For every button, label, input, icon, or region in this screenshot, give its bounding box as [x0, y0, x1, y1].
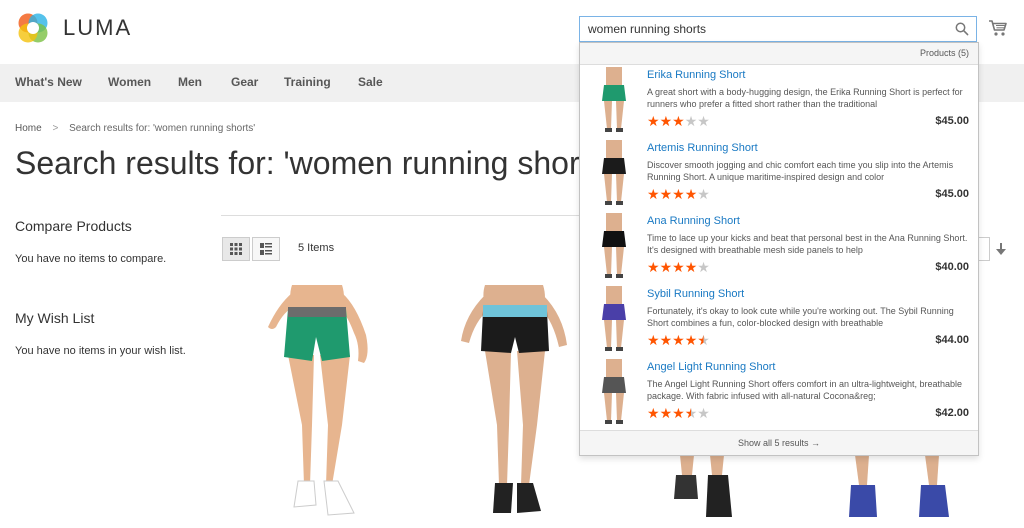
star-icon: ★	[697, 332, 710, 348]
star-icon: ★	[659, 259, 673, 275]
grid-icon	[230, 243, 242, 255]
rating-stars: ★★★★★	[647, 187, 710, 201]
star-icon: ★	[672, 259, 685, 275]
nav-item-sale[interactable]: Sale	[358, 75, 383, 89]
wishlist-empty-text: You have no items in your wish list.	[15, 345, 186, 357]
star-icon: ★	[672, 113, 685, 129]
rating-stars: ★★★★★	[647, 333, 710, 347]
nav-item-training[interactable]: Training	[284, 75, 331, 89]
autocomplete-item[interactable]: Artemis Running Short Discover smooth jog…	[580, 138, 978, 210]
search-box[interactable]	[579, 16, 977, 42]
breadcrumb: Home > Search results for: 'women runnin…	[15, 123, 255, 134]
nav-item-women[interactable]: Women	[108, 75, 151, 89]
star-icon: ★	[659, 405, 673, 421]
autocomplete-item-price: $45.00	[935, 115, 969, 127]
wishlist-title: My Wish List	[15, 310, 95, 326]
star-icon: ★	[684, 113, 698, 129]
nav-item-whats-new[interactable]: What's New	[15, 75, 82, 89]
star-icon: ★	[684, 259, 698, 275]
list-view-button[interactable]	[252, 237, 280, 261]
product-image-sybil[interactable]	[845, 455, 955, 528]
autocomplete-item-price: $45.00	[935, 188, 969, 200]
autocomplete-item-price: $40.00	[935, 261, 969, 273]
rating-stars: ★★★★★	[647, 406, 710, 420]
nav-item-gear[interactable]: Gear	[231, 75, 258, 89]
product-image-artemis[interactable]	[455, 285, 573, 528]
search-autocomplete: Products (5) Erika Running Short A great …	[579, 42, 979, 456]
search-input[interactable]	[580, 17, 956, 41]
sort-direction-icon[interactable]	[996, 243, 1006, 255]
cart-icon[interactable]	[988, 19, 1008, 37]
luma-logo-icon	[18, 13, 48, 43]
autocomplete-item[interactable]: Ana Running Short Time to lace up your ki…	[580, 211, 978, 283]
product-thumbnail[interactable]	[594, 140, 634, 206]
star-icon: ★	[647, 332, 660, 348]
page-title: Search results for: 'women running short…	[15, 145, 580, 181]
star-icon: ★	[647, 186, 660, 202]
star-icon: ★	[672, 186, 685, 202]
star-icon: ★	[697, 113, 710, 129]
star-icon: ★	[647, 113, 660, 129]
autocomplete-header: Products (5)	[580, 43, 978, 65]
autocomplete-item-description: Discover smooth jogging and chic comfort…	[647, 160, 954, 182]
list-icon	[260, 243, 272, 255]
star-icon: ★	[697, 259, 710, 275]
autocomplete-item[interactable]: Angel Light Running Short The Angel Light…	[580, 357, 978, 429]
autocomplete-item-description: A great short with a body-hugging design…	[647, 87, 963, 109]
brand-name: LUMA	[63, 15, 133, 40]
toolbar-divider	[221, 215, 579, 216]
star-icon: ★	[684, 186, 698, 202]
compare-title: Compare Products	[15, 218, 132, 234]
compare-empty-text: You have no items to compare.	[15, 253, 167, 265]
autocomplete-item[interactable]: Sybil Running Short Fortunately, it's oka…	[580, 284, 978, 356]
rating-stars: ★★★★★	[647, 114, 710, 128]
sort-select[interactable]	[978, 237, 990, 261]
product-image-erika[interactable]	[258, 285, 376, 528]
star-icon: ★	[659, 332, 673, 348]
star-icon: ★	[647, 405, 660, 421]
breadcrumb-separator: >	[52, 123, 59, 134]
breadcrumb-home[interactable]: Home	[15, 123, 42, 134]
star-icon: ★	[697, 186, 710, 202]
star-icon: ★	[672, 332, 685, 348]
autocomplete-item[interactable]: Erika Running Short A great short with a …	[580, 65, 978, 137]
star-icon: ★	[659, 186, 673, 202]
toolbar-item-count: 5 Items	[298, 242, 335, 254]
product-thumbnail[interactable]	[594, 67, 634, 133]
rating-stars: ★★★★★	[647, 260, 710, 274]
breadcrumb-current: Search results for: 'women running short…	[69, 123, 256, 134]
autocomplete-item-name[interactable]: Ana Running Short	[647, 215, 740, 227]
product-thumbnail[interactable]	[594, 286, 634, 352]
star-icon: ★	[647, 259, 660, 275]
star-icon: ★	[684, 405, 698, 421]
show-all-results-link[interactable]: Show all 5 results →	[580, 430, 978, 455]
autocomplete-item-name[interactable]: Artemis Running Short	[647, 142, 758, 154]
autocomplete-item-price: $42.00	[935, 407, 969, 419]
autocomplete-item-name[interactable]: Sybil Running Short	[647, 288, 744, 300]
store-logo[interactable]: LUMA	[15, 10, 132, 46]
product-thumbnail[interactable]	[594, 359, 634, 425]
star-icon: ★	[659, 113, 673, 129]
star-icon: ★	[672, 405, 685, 421]
autocomplete-item-description: The Angel Light Running Short offers com…	[647, 379, 963, 401]
search-icon[interactable]	[955, 22, 969, 36]
star-icon: ★	[684, 332, 698, 348]
autocomplete-item-price: $44.00	[935, 334, 969, 346]
product-image-ana[interactable]	[670, 455, 740, 528]
product-thumbnail[interactable]	[594, 213, 634, 279]
star-icon: ★	[697, 405, 710, 421]
autocomplete-item-description: Fortunately, it's okay to look cute whil…	[647, 306, 954, 328]
grid-view-button[interactable]	[222, 237, 250, 261]
autocomplete-item-description: Time to lace up your kicks and beat that…	[647, 233, 968, 255]
nav-item-men[interactable]: Men	[178, 75, 202, 89]
autocomplete-item-name[interactable]: Erika Running Short	[647, 69, 745, 81]
autocomplete-item-name[interactable]: Angel Light Running Short	[647, 361, 775, 373]
